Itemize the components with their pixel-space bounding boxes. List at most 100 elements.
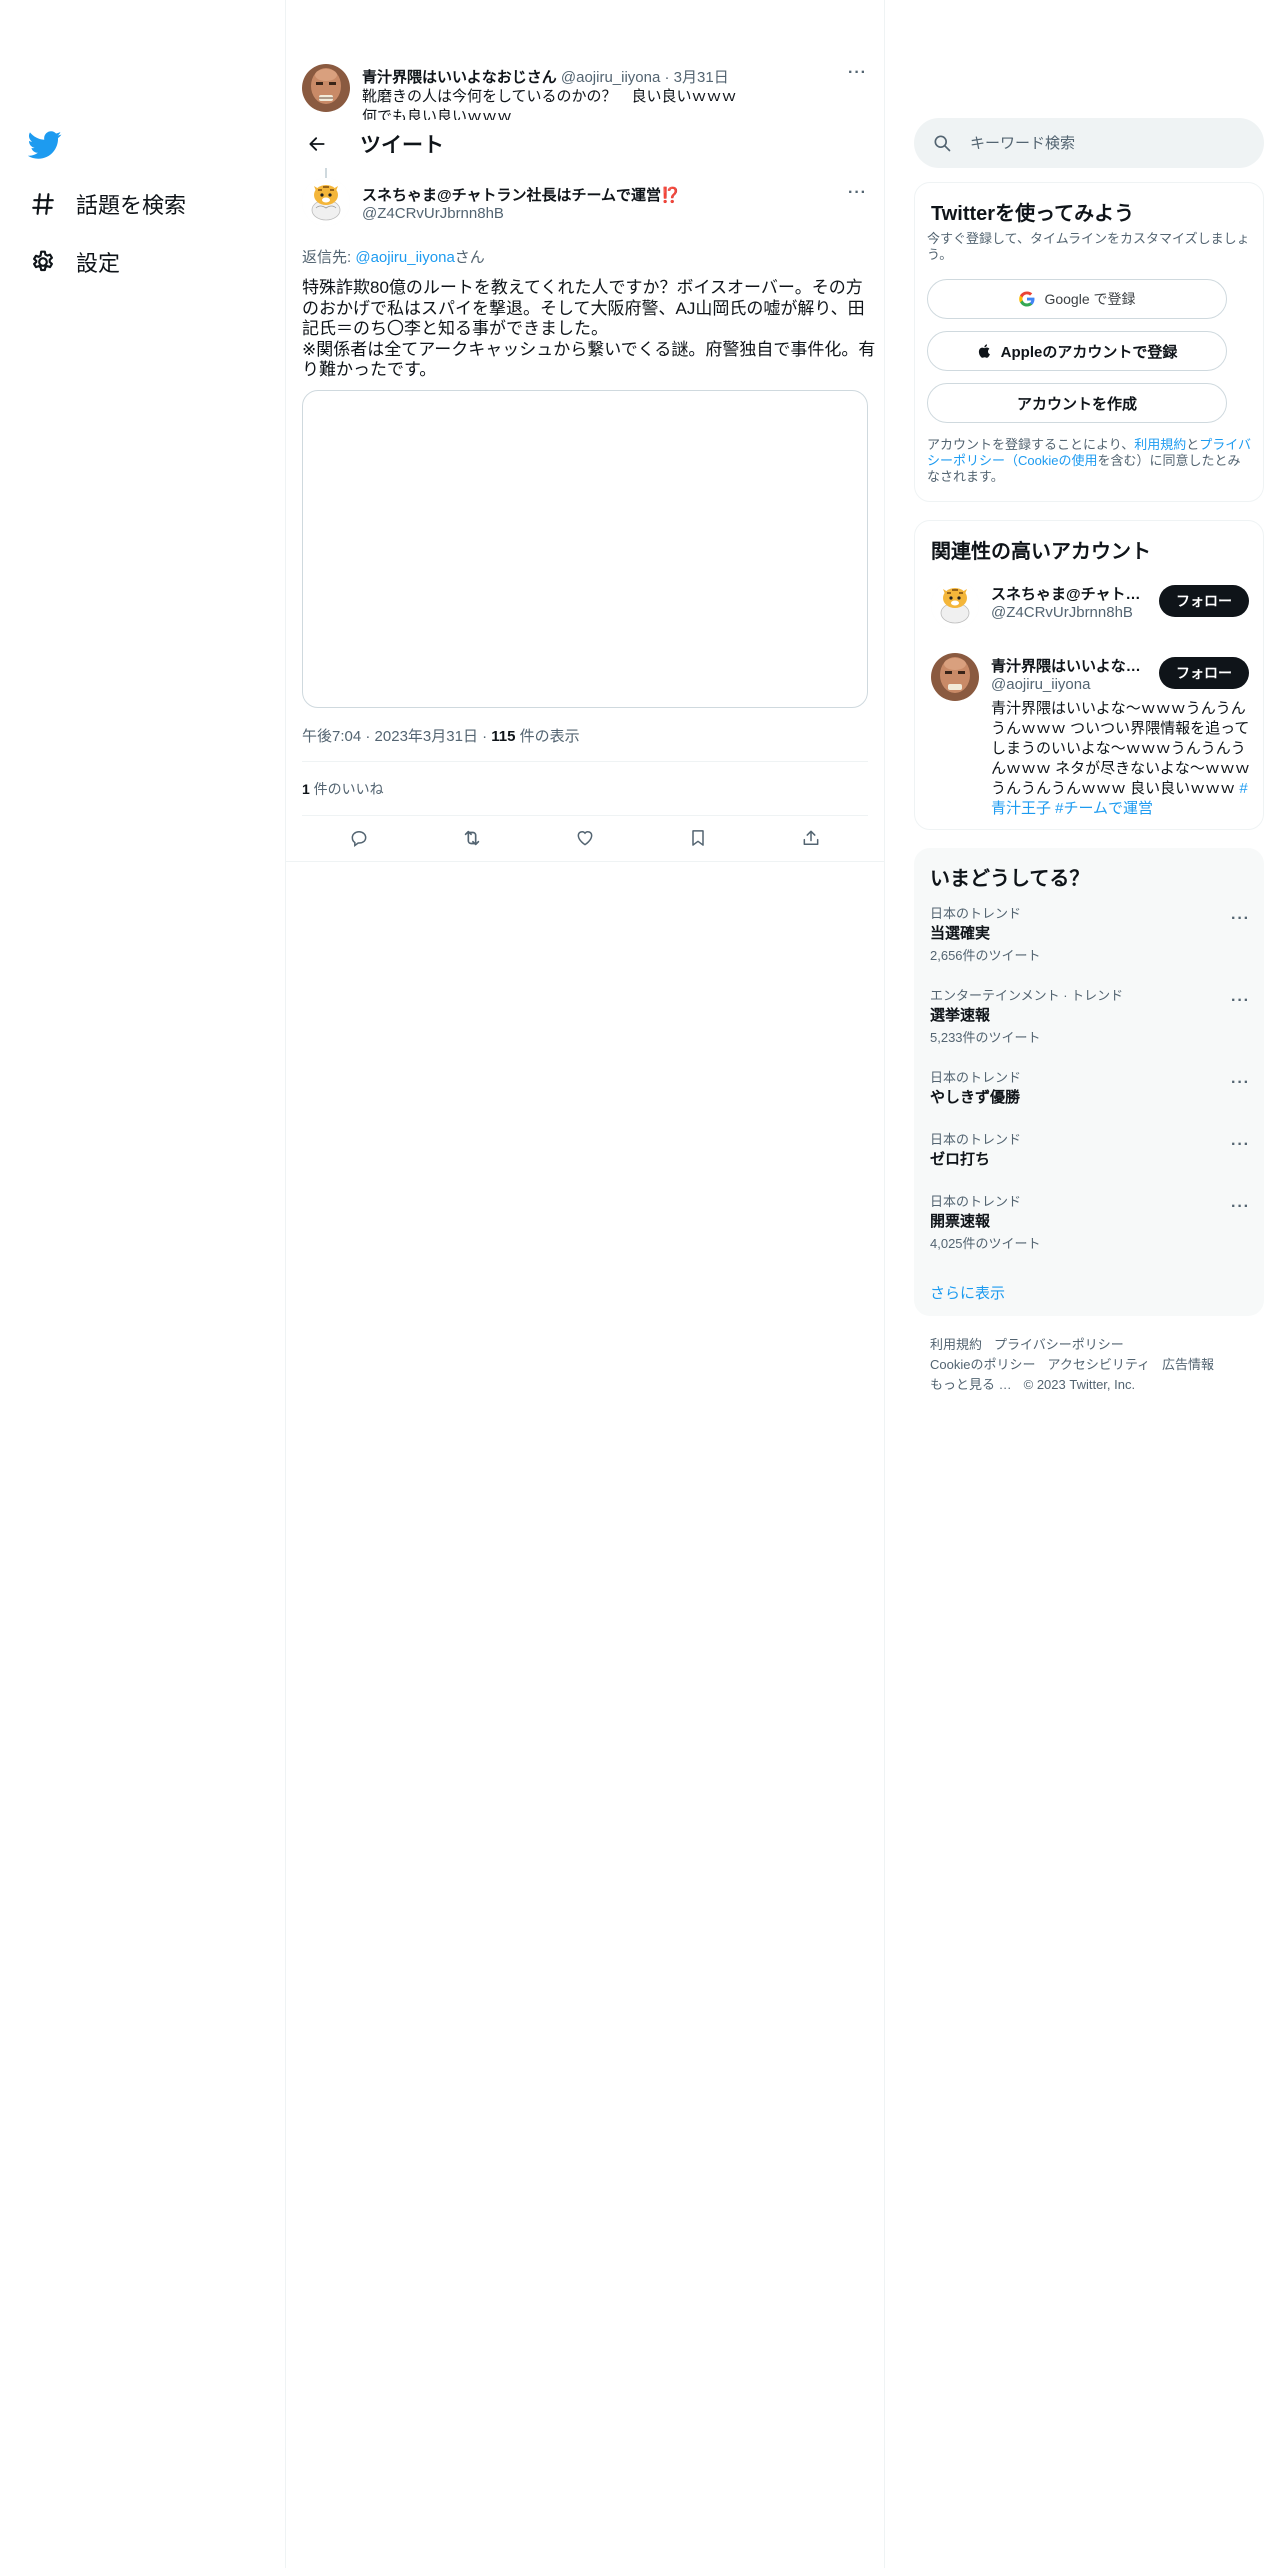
create-account-label: アカウントを作成 [1016, 395, 1137, 413]
tweet-text: 特殊詐欺80億のルートを教えてくれた人ですか？ボイスオーバー。その方のおかげで私… [302, 278, 876, 379]
signup-subtitle: 今すぐ登録して、タイムラインをカスタマイズしましょう。 [927, 231, 1250, 262]
trend-count: 2,656件のツイート [930, 948, 1041, 963]
author-name[interactable]: 青汁界隈はいいよなおじさん [362, 69, 557, 86]
search-input[interactable] [970, 134, 1230, 152]
trend-count: 5,233件のツイート [930, 1030, 1041, 1045]
trend-name: やしきず優勝 [930, 1089, 1021, 1106]
trend-category: 日本のトレンド [930, 1132, 1022, 1147]
follow-button[interactable]: フォロー [1159, 657, 1249, 689]
left-navigation: 話題を検索 設定 [0, 0, 285, 2568]
follow-button[interactable]: フォロー [1159, 585, 1249, 617]
twitter-bird-icon[interactable] [27, 128, 62, 162]
footer-accessibility-link[interactable]: アクセシビリティ [1047, 1357, 1150, 1372]
footer-copyright: © 2023 Twitter, Inc. [1023, 1377, 1136, 1392]
reply-icon[interactable] [339, 818, 379, 858]
terms-link[interactable]: 利用規約 [1134, 437, 1186, 452]
more-options-icon[interactable]: ··· [1231, 992, 1250, 1010]
previous-tweet-text: 靴磨きの人は今何をしているのかの？ 良い良いｗｗｗ 何でも良い良いｗｗｗ [362, 88, 737, 120]
search-bar[interactable] [914, 118, 1264, 168]
tweet-metadata: 午後7:04 · 2023年3月31日 · 115 件の表示 [302, 728, 580, 745]
signup-title: Twitterを使ってみよう [931, 203, 1135, 225]
avatar[interactable] [931, 653, 979, 701]
google-signup-label: Google で登録 [1044, 291, 1136, 307]
reply-prefix: 返信先: [302, 249, 356, 266]
reply-handle-link[interactable]: @aojiru_iiyona [355, 249, 454, 266]
footer-cookie-link[interactable]: Cookieのポリシー [930, 1357, 1035, 1372]
terms-text: アカウントを登録することにより、 [927, 437, 1135, 452]
trend-item[interactable]: 日本のトレンド やしきず優勝 ··· [930, 1070, 1250, 1108]
page-title: ツイート [360, 134, 444, 157]
nav-explore-label: 話題を検索 [76, 193, 187, 218]
avatar[interactable] [931, 581, 979, 629]
account-name[interactable]: スネちゃま@チャトラン社長はチームで運営⁉️ [991, 583, 1146, 604]
sidebar-footer: 利用規約 プライバシーポリシー Cookieのポリシー アクセシビリティ 広告情報 も… [930, 1335, 1250, 1395]
related-accounts-card: 関連性の高いアカウント スネちゃま@チャトラン社長はチームで運営⁉️ @Z4CR… [914, 520, 1264, 830]
gear-icon [28, 247, 58, 277]
nav-settings-label: 設定 [76, 251, 121, 276]
show-more-link[interactable]: さらに表示 [930, 1282, 1005, 1303]
footer-terms-link[interactable]: 利用規約 [930, 1337, 982, 1352]
more-options-icon[interactable]: ··· [848, 64, 867, 82]
trend-name: 当選確実 [930, 925, 991, 942]
author-handle[interactable]: @Z4CRvUrJbrnn8hB [362, 205, 504, 222]
back-arrow-icon[interactable] [300, 127, 334, 161]
tweet-date[interactable]: 2023年3月31日 [375, 728, 478, 745]
main-column: 青汁界隈はいいよなおじさん @aojiru_iiyona · 3月31日 靴磨き… [286, 0, 884, 2568]
previous-tweet[interactable]: 青汁界隈はいいよなおじさん @aojiru_iiyona · 3月31日 靴磨き… [286, 58, 884, 120]
author-name[interactable]: スネちゃま@チャトラン社長はチームで運営⁉️ [362, 184, 680, 205]
likes-count: 1 [302, 781, 310, 797]
trend-item[interactable]: 日本のトレンド ゼロ打ち ··· [930, 1132, 1250, 1170]
like-heart-icon[interactable] [565, 818, 605, 858]
nav-item-settings[interactable]: 設定 [28, 238, 120, 286]
views-label: 件の表示 [515, 728, 580, 745]
reply-to-line: 返信先: @aojiru_iiyonaさん [302, 246, 485, 267]
more-options-icon[interactable]: ··· [1231, 1136, 1250, 1154]
bookmark-icon[interactable] [678, 818, 718, 858]
account-handle[interactable]: @aojiru_iiyona [991, 676, 1090, 693]
tweet-media[interactable] [302, 390, 868, 708]
google-signup-button[interactable]: Google で登録 [927, 279, 1227, 319]
previous-tweet-header: 青汁界隈はいいよなおじさん @aojiru_iiyona · 3月31日 [362, 66, 729, 87]
footer-privacy-link[interactable]: プライバシーポリシー [994, 1337, 1124, 1352]
trend-item[interactable]: 日本のトレンド 開票速報 4,025件のツイート ··· [930, 1194, 1250, 1252]
more-options-icon[interactable]: ··· [1231, 910, 1250, 928]
trends-title: いまどうしてる？ [930, 868, 1090, 890]
more-options-icon[interactable]: ··· [1231, 1198, 1250, 1216]
google-logo-icon [1018, 290, 1036, 308]
avatar[interactable] [302, 178, 350, 226]
more-options-icon[interactable]: ··· [1231, 1074, 1250, 1092]
account-bio-text: 青汁界隈はいいよな～ｗｗｗうんうんうんｗｗｗ ついつい界隈情報を追ってしまうのい… [991, 700, 1250, 797]
account-handle[interactable]: @Z4CRvUrJbrnn8hB [991, 604, 1133, 621]
footer-more-link[interactable]: もっと見る … [930, 1377, 1012, 1392]
tweet-time[interactable]: 午後7:04 [302, 728, 361, 745]
author-handle[interactable]: @aojiru_iiyona [561, 69, 660, 86]
trend-category: エンターテインメント · トレンド [930, 988, 1124, 1003]
page-header: ツイート [286, 120, 884, 168]
views-count: 115 [491, 728, 516, 745]
avatar[interactable] [302, 64, 350, 112]
terms-text: と [1186, 437, 1200, 452]
hashtag-icon [28, 189, 58, 219]
share-icon[interactable] [791, 818, 831, 858]
nav-item-explore[interactable]: 話題を検索 [28, 180, 186, 228]
account-bio: 青汁界隈はいいよな～ｗｗｗうんうんうんｗｗｗ ついつい界隈情報を追ってしまうのい… [991, 699, 1255, 819]
retweet-icon[interactable] [452, 818, 492, 858]
tweet-actions [302, 816, 868, 860]
trend-item[interactable]: エンターテインメント · トレンド 選挙速報 5,233件のツイート ··· [930, 988, 1250, 1046]
divider [884, 0, 885, 2568]
create-account-button[interactable]: アカウントを作成 [927, 383, 1227, 423]
right-sidebar: Twitterを使ってみよう 今すぐ登録して、タイムラインをカスタマイズしましょ… [914, 0, 1264, 2568]
trend-name: 選挙速報 [930, 1007, 991, 1024]
trend-item[interactable]: 日本のトレンド 当選確実 2,656件のツイート ··· [930, 906, 1250, 964]
trend-count: 4,025件のツイート [930, 1236, 1041, 1251]
divider [286, 861, 884, 862]
footer-ads-link[interactable]: 広告情報 [1162, 1357, 1214, 1372]
likes-label: 件のいいね [309, 781, 384, 797]
apple-signup-label: Appleのアカウントで登録 [1000, 343, 1178, 361]
tweet-date[interactable]: · 3月31日 [665, 69, 729, 86]
more-options-icon[interactable]: ··· [848, 184, 867, 202]
trend-category: 日本のトレンド [930, 906, 1022, 921]
likes-stat[interactable]: 1 件のいいね [302, 779, 384, 799]
account-name[interactable]: 青汁界隈はいいよなおじさん [991, 655, 1146, 676]
apple-signup-button[interactable]: Appleのアカウントで登録 [927, 331, 1227, 371]
